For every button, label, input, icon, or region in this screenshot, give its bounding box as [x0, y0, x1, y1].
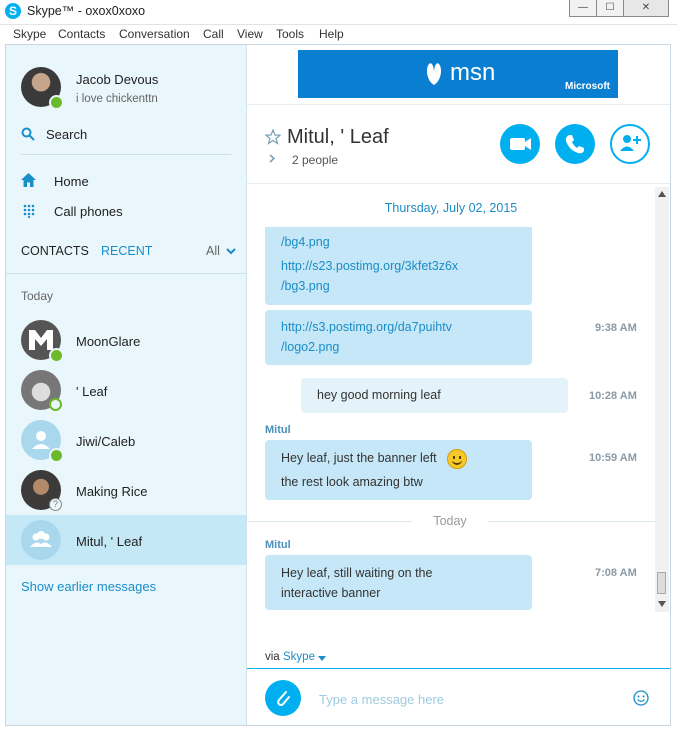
banner-brand: msn: [450, 59, 496, 86]
message-time: 9:38 AM: [595, 322, 637, 334]
search-label[interactable]: Search: [46, 127, 87, 142]
divider: [247, 521, 412, 522]
via-service-dropdown[interactable]: Skype: [283, 651, 315, 663]
menu-call[interactable]: Call: [203, 27, 224, 41]
add-participant-button[interactable]: [610, 124, 650, 164]
tab-contacts[interactable]: CONTACTS: [21, 244, 89, 258]
status-online-icon: [49, 348, 64, 363]
message-text: the rest look amazing btw: [281, 475, 423, 489]
status-online-icon: [49, 448, 64, 463]
chevron-down-icon[interactable]: [226, 248, 236, 255]
menu-bar: Skype Contacts Conversation Call View To…: [0, 25, 677, 44]
date-header: Thursday, July 02, 2015: [384, 201, 518, 215]
status-away-icon: [49, 398, 62, 411]
conversation-title[interactable]: Mitul, ' Leaf: [287, 126, 389, 149]
message-list[interactable]: /bg4.png http://s23.postimg.org/3kfet3z6…: [247, 187, 655, 642]
smiley-emoticon-icon: [447, 449, 467, 469]
maximize-button[interactable]: ☐: [596, 0, 624, 17]
message-composer: [247, 668, 670, 726]
minimize-button[interactable]: —: [569, 0, 597, 17]
message-scrollbar[interactable]: [655, 187, 669, 612]
menu-skype[interactable]: Skype: [13, 27, 46, 41]
skype-logo-icon: S: [5, 3, 21, 19]
profile-status-icon: [49, 95, 64, 110]
contact-name[interactable]: MoonGlare: [76, 334, 140, 349]
group-icon: [30, 531, 52, 547]
home-icon[interactable]: [21, 173, 36, 187]
message-bubble[interactable]: Hey leaf, still waiting on the interacti…: [265, 555, 532, 610]
contact-name[interactable]: Mitul, ' Leaf: [76, 534, 142, 549]
close-button[interactable]: ✕: [623, 0, 669, 17]
group-avatar[interactable]: [21, 520, 61, 560]
search-icon[interactable]: [21, 127, 35, 141]
message-sender: Mitul: [265, 424, 291, 436]
banner-company: Microsoft: [565, 81, 610, 92]
menu-tools[interactable]: Tools: [276, 27, 304, 41]
message-bubble-outgoing[interactable]: hey good morning leaf: [301, 378, 568, 413]
contact-name[interactable]: Jiwi/Caleb: [76, 434, 135, 449]
message-bubble[interactable]: Hey leaf, just the banner left the rest …: [265, 440, 532, 500]
message-text: Hey leaf, still waiting on the: [281, 566, 433, 580]
profile-mood[interactable]: i love chickenttn: [76, 93, 158, 105]
menu-view[interactable]: View: [237, 27, 263, 41]
divider: [488, 521, 655, 522]
emoticon-icon[interactable]: [633, 690, 649, 706]
chevron-right-icon[interactable]: [269, 154, 275, 163]
message-link[interactable]: http://s23.postimg.org/3kfet3z6x: [281, 259, 458, 273]
dialpad-icon[interactable]: [23, 204, 35, 218]
message-link[interactable]: /bg3.png: [281, 279, 330, 293]
phone-icon: [565, 135, 584, 154]
message-text: hey good morning leaf: [317, 388, 441, 402]
status-unknown-icon: ?: [49, 498, 62, 511]
participants-count[interactable]: 2 people: [292, 153, 338, 167]
message-sender: Mitul: [265, 539, 291, 551]
message-input[interactable]: [317, 687, 621, 711]
contact-name[interactable]: ' Leaf: [76, 384, 107, 399]
scroll-up-icon[interactable]: [658, 191, 666, 197]
menu-contacts[interactable]: Contacts: [58, 27, 105, 41]
filter-dropdown[interactable]: All: [206, 244, 220, 258]
menu-conversation[interactable]: Conversation: [119, 27, 190, 41]
attach-button[interactable]: [265, 680, 301, 716]
video-camera-icon: [510, 138, 531, 150]
message-text: Hey leaf, just the banner left: [281, 451, 437, 465]
divider: [21, 154, 231, 155]
menu-help[interactable]: Help: [319, 27, 344, 41]
section-today: Today: [21, 289, 54, 303]
message-time: 7:08 AM: [595, 567, 637, 579]
divider: [6, 273, 246, 274]
message-text: interactive banner: [281, 586, 381, 600]
paperclip-icon: [277, 691, 290, 706]
contact-name[interactable]: Making Rice: [76, 484, 148, 499]
message-time: 10:28 AM: [589, 390, 637, 402]
scroll-thumb[interactable]: [657, 572, 666, 594]
scroll-down-icon[interactable]: [658, 601, 666, 607]
audio-call-button[interactable]: [555, 124, 595, 164]
video-call-button[interactable]: [500, 124, 540, 164]
message-bubble[interactable]: http://s3.postimg.org/da7puihtv /logo2.p…: [265, 310, 532, 365]
nav-call-phones[interactable]: Call phones: [54, 204, 123, 219]
title-bar: S Skype™ - oxox0xoxo — ☐ ✕: [0, 0, 677, 25]
via-prefix: via: [265, 651, 280, 663]
show-earlier-link[interactable]: Show earlier messages: [21, 579, 156, 594]
divider: [247, 104, 670, 105]
message-link[interactable]: /logo2.png: [281, 340, 339, 354]
profile-name[interactable]: Jacob Devous: [76, 72, 158, 87]
tab-recent[interactable]: RECENT: [101, 244, 152, 258]
window-title: Skype™ - oxox0xoxo: [27, 4, 146, 18]
today-divider: Today: [433, 514, 467, 528]
message-time: 10:59 AM: [589, 452, 637, 464]
add-person-icon: [620, 135, 641, 151]
message-link[interactable]: /bg4.png: [281, 235, 330, 249]
chevron-down-icon[interactable]: [318, 656, 326, 661]
star-icon[interactable]: [265, 129, 281, 145]
nav-home[interactable]: Home: [54, 174, 89, 189]
message-link[interactable]: http://s3.postimg.org/da7puihtv: [281, 320, 452, 334]
msn-ad-banner[interactable]: msn Microsoft: [298, 50, 618, 98]
message-bubble[interactable]: /bg4.png http://s23.postimg.org/3kfet3z6…: [265, 217, 532, 305]
divider: [247, 183, 670, 184]
msn-butterfly-icon: [426, 63, 442, 85]
date-header-bar: Thursday, July 02, 2015: [247, 187, 655, 227]
